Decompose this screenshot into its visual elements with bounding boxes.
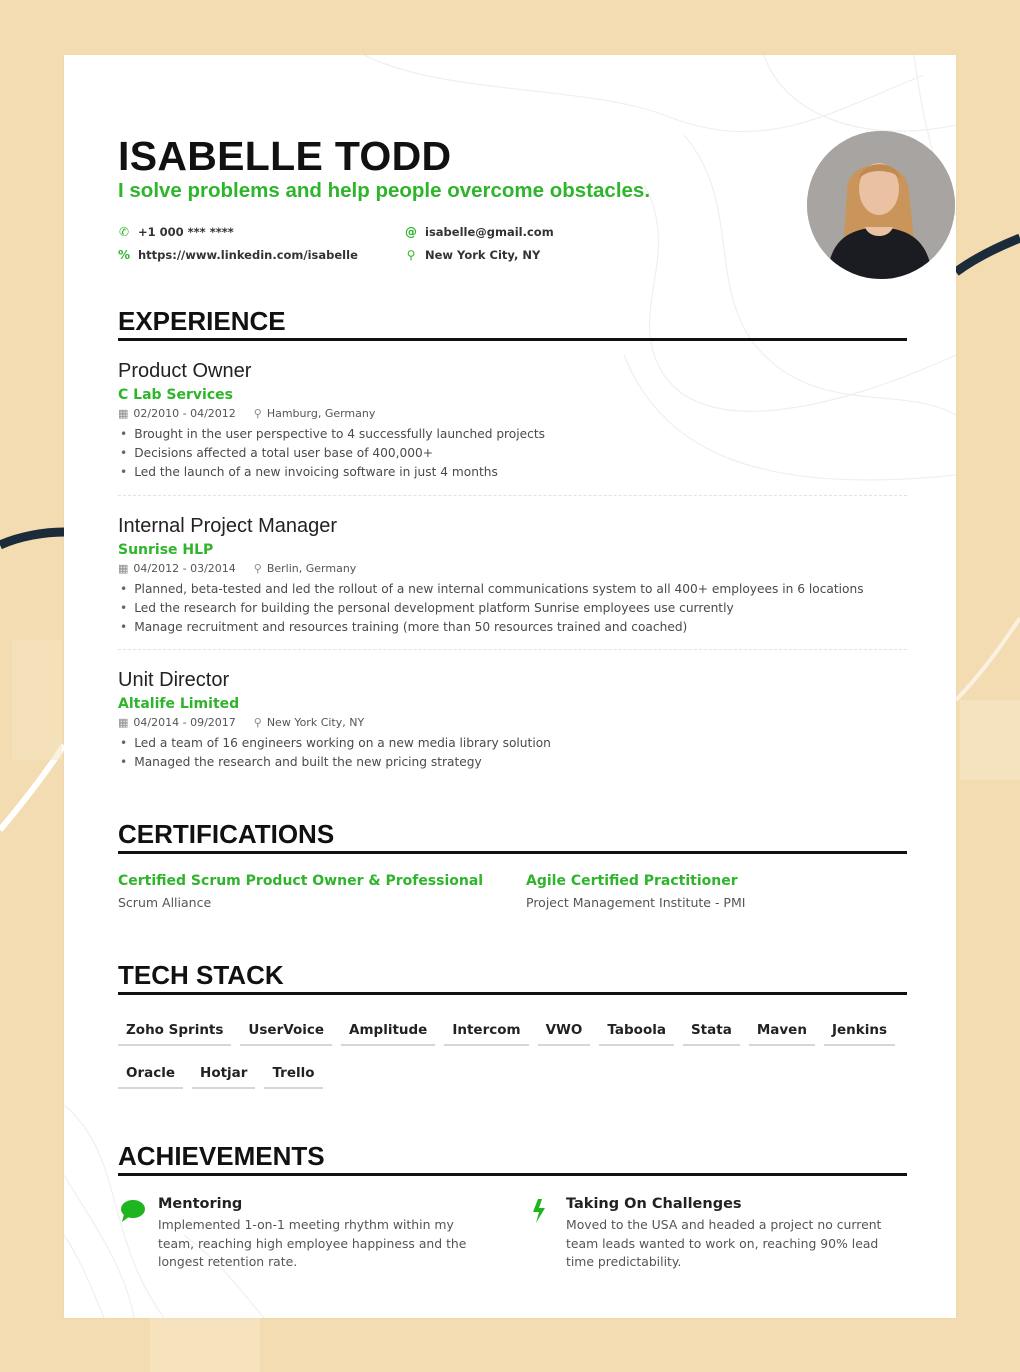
phone-icon: ✆ xyxy=(118,225,130,239)
dates-text: 02/2010 - 04/2012 xyxy=(133,407,236,420)
job-bullet: Brought in the user perspective to 4 suc… xyxy=(118,425,907,444)
achievement-item: Mentoring Implemented 1-on-1 meeting rhy… xyxy=(118,1195,478,1272)
tech-stack-list: Zoho Sprints UserVoice Amplitude Interco… xyxy=(118,1017,907,1089)
certification-issuer: Project Management Institute - PMI xyxy=(526,895,746,910)
email-address[interactable]: isabelle@gmail.com xyxy=(425,225,554,239)
contact-email[interactable]: @ isabelle@gmail.com xyxy=(405,225,554,239)
achievement-item: Taking On Challenges Moved to the USA an… xyxy=(526,1195,886,1272)
location: New York City, NY xyxy=(425,248,541,262)
location-pin-icon: ⚲ xyxy=(406,248,416,262)
navy-curve-left xyxy=(0,527,65,550)
company-name: Altalife Limited xyxy=(118,696,240,712)
job-entry: Unit Director Altalife Limited ▦ 04/2014 … xyxy=(118,668,907,772)
achievement-description: Moved to the USA and headed a project no… xyxy=(566,1217,882,1269)
divider xyxy=(118,495,907,496)
location-pin-icon: ⚲ xyxy=(253,407,262,420)
tech-tag: VWO xyxy=(537,1017,591,1046)
certification-issuer: Scrum Alliance xyxy=(118,895,212,910)
contact-location: ⚲ New York City, NY xyxy=(405,248,541,262)
job-entry: Product Owner C Lab Services ▦ 02/2010 - … xyxy=(118,359,907,482)
location-text: Berlin, Germany xyxy=(266,562,357,575)
location-pin-icon: ⚲ xyxy=(253,716,262,729)
speech-bubble-icon xyxy=(121,1200,145,1222)
company-name: Sunrise HLP xyxy=(118,542,214,558)
tech-tag: Amplitude xyxy=(341,1017,436,1046)
job-bullet: Led the launch of a new invoicing softwa… xyxy=(118,463,907,482)
tagline: I solve problems and help people overcom… xyxy=(118,179,651,202)
job-location: ⚲ Hamburg, Germany xyxy=(254,407,376,421)
certification-name: Certified Scrum Product Owner & Professi… xyxy=(118,873,484,889)
section-title-achievements: ACHIEVEMENTS xyxy=(118,1141,907,1176)
achievement-description: Implemented 1-on-1 meeting rhythm within… xyxy=(158,1217,467,1269)
divider xyxy=(118,649,907,650)
tech-tag: Maven xyxy=(748,1017,815,1046)
company-name: C Lab Services xyxy=(118,387,233,403)
section-title-tech-stack: TECH STACK xyxy=(118,960,907,995)
avatar xyxy=(807,131,955,279)
job-title: Product Owner xyxy=(118,360,252,382)
job-dates: ▦ 02/2010 - 04/2012 xyxy=(118,407,236,421)
certification-name: Agile Certified Practitioner xyxy=(526,873,738,889)
job-location: ⚲ New York City, NY xyxy=(254,716,364,730)
link-icon: % xyxy=(118,248,131,262)
speckle-texture-left xyxy=(12,640,62,760)
job-dates: ▦ 04/2012 - 03/2014 xyxy=(118,562,236,576)
section-title-experience: EXPERIENCE xyxy=(118,306,907,341)
candidate-name: ISABELLE TODD xyxy=(118,133,452,179)
navy-curve-right xyxy=(953,233,1020,276)
location-text: Hamburg, Germany xyxy=(266,407,376,420)
job-title: Internal Project Manager xyxy=(118,515,338,537)
job-bullet: Decisions affected a total user base of … xyxy=(118,444,907,463)
tech-tag: UserVoice xyxy=(240,1017,333,1046)
tech-tag: Stata xyxy=(682,1017,740,1046)
speckle-texture xyxy=(150,1318,260,1372)
contact-linkedin[interactable]: % https://www.linkedin.com/isabelle xyxy=(118,248,358,262)
achievement-title: Taking On Challenges xyxy=(566,1196,742,1212)
resume-page: ISABELLE TODD I solve problems and help … xyxy=(64,55,956,1318)
location-text: New York City, NY xyxy=(266,716,365,729)
certification-item: Certified Scrum Product Owner & Professi… xyxy=(118,872,483,910)
tech-tag: Zoho Sprints xyxy=(118,1017,232,1046)
tech-tag: Taboola xyxy=(599,1017,674,1046)
speckle-texture-right xyxy=(960,700,1020,780)
lightning-bolt-icon xyxy=(533,1199,545,1223)
linkedin-url[interactable]: https://www.linkedin.com/isabelle xyxy=(138,248,358,262)
job-bullet: Planned, beta-tested and led the rollout… xyxy=(118,580,907,599)
calendar-icon: ▦ xyxy=(118,562,129,575)
profile-photo xyxy=(807,131,955,279)
job-bullet: Led the research for building the person… xyxy=(118,599,907,618)
job-bullet: Manage recruitment and resources trainin… xyxy=(118,618,907,637)
section-title-certifications: CERTIFICATIONS xyxy=(118,819,907,854)
tech-tag: Trello xyxy=(264,1060,323,1089)
tech-tag: Intercom xyxy=(444,1017,529,1046)
certification-item: Agile Certified Practitioner Project Man… xyxy=(526,872,745,910)
location-pin-icon: ⚲ xyxy=(253,562,262,575)
calendar-icon: ▦ xyxy=(118,716,129,729)
dates-text: 04/2012 - 03/2014 xyxy=(133,562,236,575)
calendar-icon: ▦ xyxy=(118,407,129,420)
job-bullet: Led a team of 16 engineers working on a … xyxy=(118,734,907,753)
at-icon: @ xyxy=(405,225,417,239)
white-curve-right xyxy=(954,616,1020,702)
job-location: ⚲ Berlin, Germany xyxy=(254,562,357,576)
phone-number: +1 000 *** **** xyxy=(138,225,234,239)
tech-tag: Oracle xyxy=(118,1060,184,1089)
job-title: Unit Director xyxy=(118,669,230,691)
job-dates: ▦ 04/2014 - 09/2017 xyxy=(118,716,236,730)
job-entry: Internal Project Manager Sunrise HLP ▦ 04… xyxy=(118,514,907,637)
tech-tag: Jenkins xyxy=(823,1017,895,1046)
achievement-title: Mentoring xyxy=(158,1196,243,1212)
job-bullet: Managed the research and built the new p… xyxy=(118,753,907,772)
tech-tag: Hotjar xyxy=(192,1060,256,1089)
contact-phone: ✆ +1 000 *** **** xyxy=(118,225,234,239)
dates-text: 04/2014 - 09/2017 xyxy=(133,716,236,729)
